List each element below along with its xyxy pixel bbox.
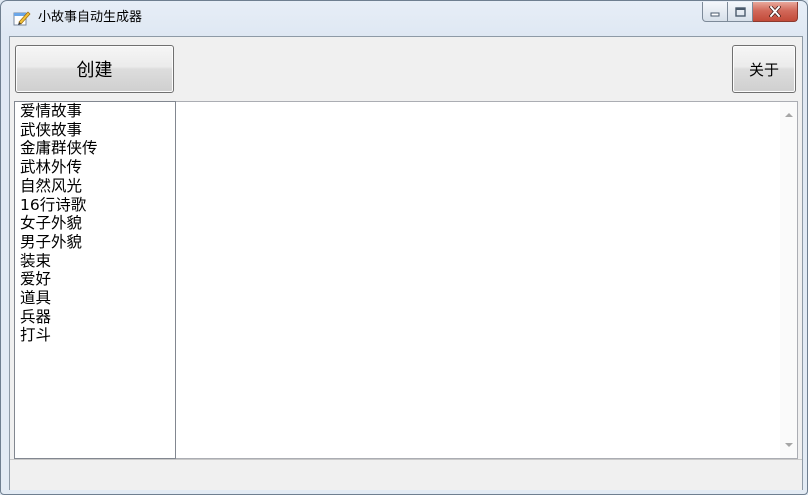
- list-item[interactable]: 武侠故事: [15, 121, 175, 140]
- list-item[interactable]: 装束: [15, 252, 175, 271]
- story-output-textarea[interactable]: [176, 101, 798, 459]
- list-item[interactable]: 打斗: [15, 326, 175, 345]
- minimize-button[interactable]: [702, 2, 728, 22]
- caption-buttons: [702, 2, 798, 22]
- maximize-button[interactable]: [728, 2, 753, 22]
- about-button[interactable]: 关于: [732, 45, 796, 93]
- vertical-scrollbar[interactable]: [780, 102, 797, 458]
- list-item[interactable]: 爱好: [15, 270, 175, 289]
- client-area: 创建 关于 爱情故事 武侠故事 金庸群侠传 武林外传 自然风光 16行诗歌 女子…: [9, 36, 803, 490]
- list-item[interactable]: 兵器: [15, 308, 175, 327]
- title-bar[interactable]: 小故事自动生成器: [1, 1, 807, 35]
- window-title: 小故事自动生成器: [38, 10, 143, 25]
- list-item[interactable]: 女子外貌: [15, 214, 175, 233]
- minimize-icon: [710, 2, 720, 21]
- category-list[interactable]: 爱情故事 武侠故事 金庸群侠传 武林外传 自然风光 16行诗歌 女子外貌 男子外…: [14, 101, 176, 459]
- list-item[interactable]: 金庸群侠传: [15, 139, 175, 158]
- close-icon: [769, 2, 781, 21]
- list-item[interactable]: 男子外貌: [15, 233, 175, 252]
- list-item[interactable]: 武林外传: [15, 158, 175, 177]
- list-item[interactable]: 道具: [15, 289, 175, 308]
- app-window: 小故事自动生成器 创建 关于 爱情故事 武侠故事 金庸群侠传 武林外传 自然风光…: [0, 0, 808, 495]
- close-button[interactable]: [753, 2, 798, 22]
- maximize-icon: [734, 2, 746, 21]
- scroll-up-arrow-icon[interactable]: [785, 113, 793, 117]
- list-item[interactable]: 自然风光: [15, 177, 175, 196]
- create-button[interactable]: 创建: [15, 45, 174, 93]
- list-item[interactable]: 爱情故事: [15, 102, 175, 121]
- scroll-down-arrow-icon[interactable]: [785, 443, 793, 447]
- list-item[interactable]: 16行诗歌: [15, 196, 175, 215]
- status-bar: [10, 459, 802, 490]
- notepad-pencil-icon: [13, 10, 31, 26]
